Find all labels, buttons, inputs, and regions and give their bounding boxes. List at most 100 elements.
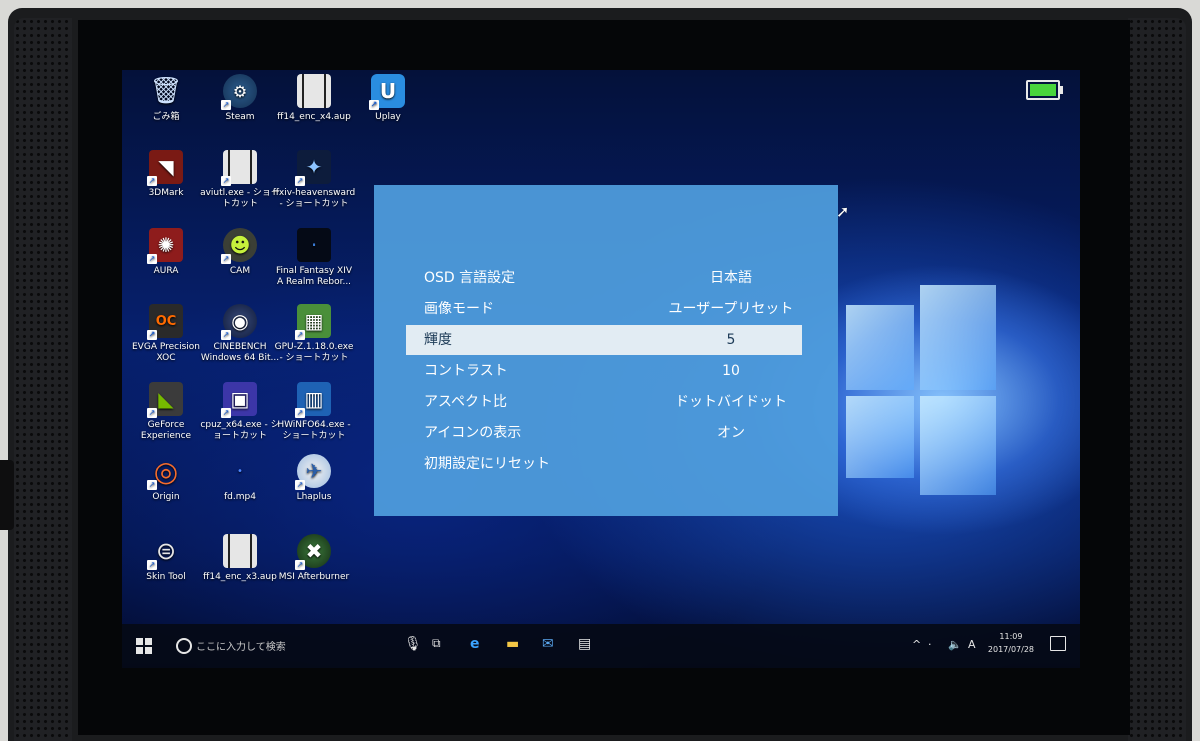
desktop-icon[interactable]: ◎ ↗ Origin <box>124 454 208 503</box>
shortcut-arrow-icon: ↗ <box>147 254 157 264</box>
desktop-icon[interactable]: ✺ ↗ AURA <box>124 228 208 277</box>
desktop-icon-label: Skin Tool <box>146 572 186 582</box>
osd-row-value: ドットバイドット <box>675 394 787 410</box>
desktop-icon[interactable]: 🗑 ごみ箱 <box>124 74 208 123</box>
shortcut-arrow-icon: ↗ <box>147 176 157 186</box>
app-icon: 🗑 <box>149 75 183 106</box>
desktop-screen: 🗑 ごみ箱 ⚙ ↗ Steam ff14_enc_x4.aup U ↗ Uplay ◥ ↗ 3DMar… <box>122 70 1080 668</box>
shortcut-arrow-icon: ↗ <box>295 560 305 570</box>
desktop-icon[interactable]: ▣ ↗ cpuz_x64.exe - ショートカット <box>198 382 282 442</box>
desktop-icon[interactable]: ◉ ↗ CINEBENCH Windows 64 Bit... <box>198 304 282 364</box>
shortcut-arrow-icon: ↗ <box>221 176 231 186</box>
app-icon: U ↗ <box>369 74 405 110</box>
osd-row-label: コントラスト <box>424 363 508 379</box>
microphone-icon[interactable]: 🎙 <box>404 636 422 652</box>
store-icon[interactable]: ▤ <box>578 636 591 652</box>
osd-row-value: オン <box>717 425 745 441</box>
start-button[interactable] <box>136 638 152 654</box>
desktop-icon[interactable]: ↗ aviutl.exe - ショートカット <box>198 150 282 210</box>
desktop-icon-label: ff14_enc_x4.aup <box>277 112 351 122</box>
desktop-icon-label: EVGA Precision XOC <box>132 342 200 363</box>
desktop-icon[interactable]: ✦ ↗ ffxiv-heavensward - ショートカット <box>272 150 356 210</box>
app-icon: ▦ ↗ <box>295 304 331 340</box>
desktop-icon[interactable]: ff14_enc_x3.aup <box>198 534 282 583</box>
app-icon <box>297 74 331 108</box>
desktop-icon-label: AURA <box>153 266 179 276</box>
desktop-icon-label: CINEBENCH Windows 64 Bit... <box>200 342 280 363</box>
osd-row-value: 日本語 <box>710 270 752 286</box>
tray-overflow-icon[interactable]: ^ <box>912 638 921 651</box>
osd-row-label: 初期設定にリセット <box>424 456 550 472</box>
shortcut-arrow-icon: ↗ <box>295 408 305 418</box>
osd-row[interactable]: アスペクト比 ドットバイドット <box>406 387 802 417</box>
app-icon: ✖ ↗ <box>295 534 331 570</box>
desktop-icon[interactable]: ◥ ↗ 3DMark <box>124 150 208 199</box>
mail-icon[interactable]: ✉ <box>542 636 554 652</box>
desktop-icon[interactable]: ◣ ↗ GeForce Experience <box>124 382 208 442</box>
osd-row[interactable]: 画像モード ユーザープリセット <box>406 294 802 324</box>
desktop-icon[interactable]: U ↗ Uplay <box>346 74 430 123</box>
edge-icon[interactable]: e <box>470 636 480 652</box>
desktop-icon[interactable]: OC ↗ EVGA Precision XOC <box>124 304 208 364</box>
desktop-icon-label: ffxiv-heavensward - ショートカット <box>272 188 356 209</box>
desktop-icon[interactable]: ✈ ↗ Lhaplus <box>272 454 356 503</box>
desktop-icon[interactable]: ⊜ ↗ Skin Tool <box>124 534 208 583</box>
osd-row[interactable]: 輝度 5 <box>406 325 802 355</box>
app-icon: ⊜ ↗ <box>147 536 177 570</box>
desktop-icon-label: MSI Afterburner <box>278 572 350 582</box>
desktop-icon-label: 3DMark <box>148 188 184 198</box>
app-icon: ◉ ↗ <box>221 304 257 340</box>
app-icon: ◣ ↗ <box>147 382 183 418</box>
desktop-icon[interactable]: · Final Fantasy XIV A Realm Rebor... <box>272 228 356 288</box>
search-box[interactable]: ここに入力して検索 <box>196 638 286 653</box>
desktop-icon[interactable]: ☻ ↗ CAM <box>198 228 282 277</box>
desktop-icon-label: aviutl.exe - ショートカット <box>200 188 280 209</box>
app-icon: OC ↗ <box>147 304 183 340</box>
task-view-icon[interactable]: ⧉ <box>432 636 441 651</box>
app-icon: ◥ ↗ <box>147 150 183 186</box>
action-center-icon[interactable] <box>1050 636 1066 651</box>
ime-indicator[interactable]: A <box>968 638 976 651</box>
app-icon: · <box>297 228 331 262</box>
desktop-icon[interactable]: ▦ ↗ GPU-Z.1.18.0.exe - ショートカット <box>272 304 356 364</box>
osd-row[interactable]: アイコンの表示 オン <box>406 418 802 448</box>
desktop-icon[interactable]: ✖ ↗ MSI Afterburner <box>272 534 356 583</box>
shortcut-arrow-icon: ↗ <box>147 408 157 418</box>
monitor-stand <box>0 460 14 530</box>
file-explorer-icon[interactable]: ▬ <box>506 636 519 652</box>
mouse-cursor-icon: ➚ <box>836 202 850 221</box>
speaker-grille-left <box>14 18 72 741</box>
osd-row[interactable]: OSD 言語設定 日本語 <box>406 263 802 293</box>
app-icon: ▣ ↗ <box>221 382 257 418</box>
desktop-icon[interactable]: ⚙ ↗ Steam <box>198 74 282 123</box>
desktop-icon-label: HWiNFO64.exe - ショートカット <box>277 420 351 441</box>
volume-icon[interactable]: 🔈 <box>948 638 962 651</box>
desktop-icon-label: Lhaplus <box>296 492 332 502</box>
app-icon: ☻ ↗ <box>221 228 257 264</box>
app-icon: ⚙ ↗ <box>221 74 257 110</box>
osd-row-label: アイコンの表示 <box>424 425 522 441</box>
osd-row-value: 10 <box>722 363 740 379</box>
desktop-icon[interactable]: • fd.mp4 <box>198 454 282 503</box>
clock[interactable]: 11:09 2017/07/28 <box>988 630 1034 656</box>
desktop-icon-label: Origin <box>152 492 180 502</box>
desktop-icon-label: CAM <box>229 266 251 276</box>
cortana-icon[interactable] <box>176 638 192 654</box>
app-icon <box>223 534 257 568</box>
desktop-icon-label: ff14_enc_x3.aup <box>203 572 277 582</box>
desktop-icon-label: GPU-Z.1.18.0.exe - ショートカット <box>274 342 354 363</box>
app-icon: ◎ ↗ <box>147 454 179 490</box>
osd-row[interactable]: 初期設定にリセット <box>406 449 802 479</box>
network-icon[interactable]: · <box>928 638 932 651</box>
shortcut-arrow-icon: ↗ <box>295 330 305 340</box>
windows-logo-wallpaper <box>846 285 996 495</box>
desktop-icon[interactable]: ff14_enc_x4.aup <box>272 74 356 123</box>
osd-row[interactable]: コントラスト 10 <box>406 356 802 386</box>
shortcut-arrow-icon: ↗ <box>221 408 231 418</box>
app-icon: ▥ ↗ <box>295 382 331 418</box>
app-icon: • <box>237 465 243 477</box>
desktop-icon[interactable]: ▥ ↗ HWiNFO64.exe - ショートカット <box>272 382 356 442</box>
shortcut-arrow-icon: ↗ <box>295 176 305 186</box>
desktop-icon-label: cpuz_x64.exe - ショートカット <box>200 420 280 441</box>
shortcut-arrow-icon: ↗ <box>221 100 231 110</box>
